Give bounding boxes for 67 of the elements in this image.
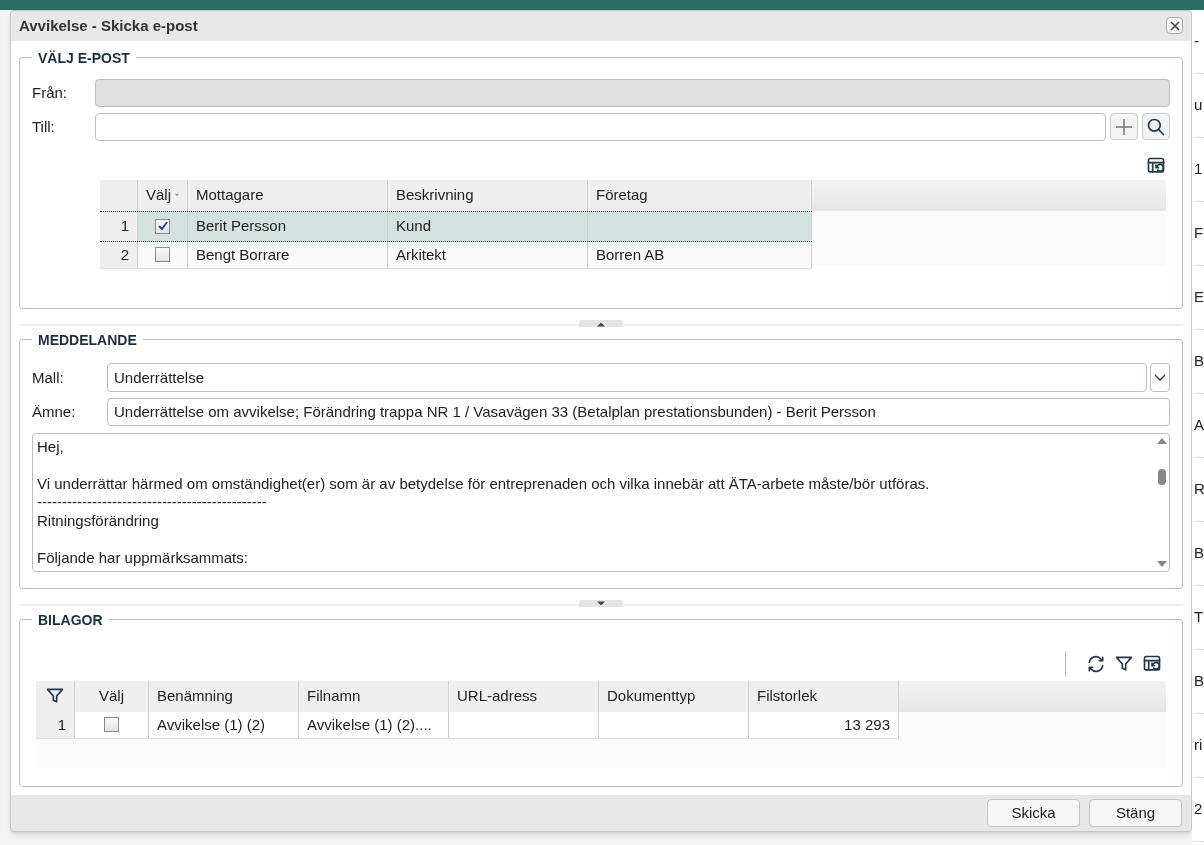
checkbox[interactable] xyxy=(104,717,119,733)
field-label: Från: xyxy=(32,82,68,103)
column-header[interactable]: Filstorlek xyxy=(749,680,899,712)
checkbox[interactable] xyxy=(155,218,170,234)
background-text: ri xyxy=(1194,735,1203,756)
column-header[interactable]: Företag xyxy=(588,179,812,211)
table-settings-icon[interactable] xyxy=(1146,155,1166,176)
table-cell-text: Bengt Borrare xyxy=(196,244,290,265)
column-header[interactable]: Filnamn xyxy=(299,680,449,712)
table-cell-text: Avvikelse (1) (2) xyxy=(157,714,266,735)
subject-field[interactable]: Underrättelse om avvikelse; Förändring trappa NR 1 / Vasavägen 33 (Betalplan prestationsbunden) - Berit Persson xyxy=(107,397,1170,426)
scrollbar-thumb[interactable] xyxy=(1158,469,1166,486)
background-text: E xyxy=(1194,287,1204,308)
background-text: u xyxy=(1194,95,1203,116)
table-cell-text: 13 293 xyxy=(844,714,890,735)
background-text: F xyxy=(1194,223,1204,244)
column-header[interactable]: Beskrivning xyxy=(388,179,588,211)
column-header[interactable]: Dokumenttyp xyxy=(599,680,749,712)
row-number: 1 xyxy=(57,714,66,735)
column-header[interactable]: Välj xyxy=(75,680,149,712)
to-field[interactable] xyxy=(95,112,1106,141)
scroll-down-icon[interactable] xyxy=(1157,560,1167,567)
background-text: A xyxy=(1194,415,1204,436)
plus-icon xyxy=(1114,116,1134,137)
column-header xyxy=(100,179,138,211)
splitter-handle[interactable] xyxy=(579,320,623,328)
column-header[interactable]: Välj xyxy=(138,179,188,211)
dialog-button[interactable]: Stäng xyxy=(1089,798,1182,827)
column-header[interactable]: Benämning xyxy=(149,680,299,712)
field-label: Mall: xyxy=(32,367,65,388)
table-cell-text: Avvikelse (1) (2).... xyxy=(307,714,432,735)
background-text: 1 xyxy=(1194,159,1203,180)
close-button[interactable] xyxy=(1166,17,1183,35)
search-icon xyxy=(1146,116,1166,137)
checkbox[interactable] xyxy=(155,247,170,263)
table-row[interactable]: 2 Bengt Borrare Arkitekt Borren AB xyxy=(100,241,812,269)
message-field[interactable] xyxy=(32,432,1170,572)
table-row[interactable]: 1 Berit Persson Kund xyxy=(100,210,812,242)
background-text: 2 xyxy=(1194,799,1203,820)
table-row[interactable]: 1 Avvikelse (1) (2) Avvikelse (1) (2).... 13 293 xyxy=(36,711,899,739)
chevron-down-icon xyxy=(1154,373,1166,382)
table-cell-text: Kund xyxy=(396,216,432,237)
table-settings-icon[interactable] xyxy=(1142,653,1162,674)
field-label: Ämne: xyxy=(32,401,77,422)
dialog-button[interactable]: Skicka xyxy=(987,798,1080,827)
background-text: B xyxy=(1194,543,1204,564)
column-header[interactable]: URL-adress xyxy=(449,680,599,712)
background-text: B xyxy=(1194,671,1204,692)
field-label: Till: xyxy=(32,116,56,137)
background-text: - xyxy=(1194,31,1199,52)
row-number: 2 xyxy=(120,244,129,265)
dropdown-button[interactable] xyxy=(1150,363,1170,393)
splitter-handle[interactable] xyxy=(579,600,623,608)
refresh-icon[interactable] xyxy=(1086,653,1106,674)
table-cell-text: Berit Persson xyxy=(196,216,287,237)
background-text: R xyxy=(1194,479,1204,500)
message-text: Hej, Vi underrättar härmed om omständighet(er) som är av betydelse för entreprenaden och vilka innebär att ÄTA-arbete måste/bör utföras. ---------------------------------------------- Ritningsförändring Följande har uppmärksammats: xyxy=(36,436,931,568)
search-button[interactable] xyxy=(1142,113,1170,141)
column-header[interactable]: Mottagare xyxy=(188,179,388,211)
window-title: Avvikelse - Skicka e-post xyxy=(19,15,198,36)
background-text: T xyxy=(1194,607,1204,628)
table-cell-text: Arkitekt xyxy=(396,244,446,265)
template-dropdown[interactable]: Underrättelse xyxy=(107,363,1147,393)
table-cell-text: Borren AB xyxy=(596,244,665,265)
row-number: 1 xyxy=(120,216,129,237)
background-text: B xyxy=(1194,351,1204,372)
scroll-up-icon[interactable] xyxy=(1157,437,1167,444)
